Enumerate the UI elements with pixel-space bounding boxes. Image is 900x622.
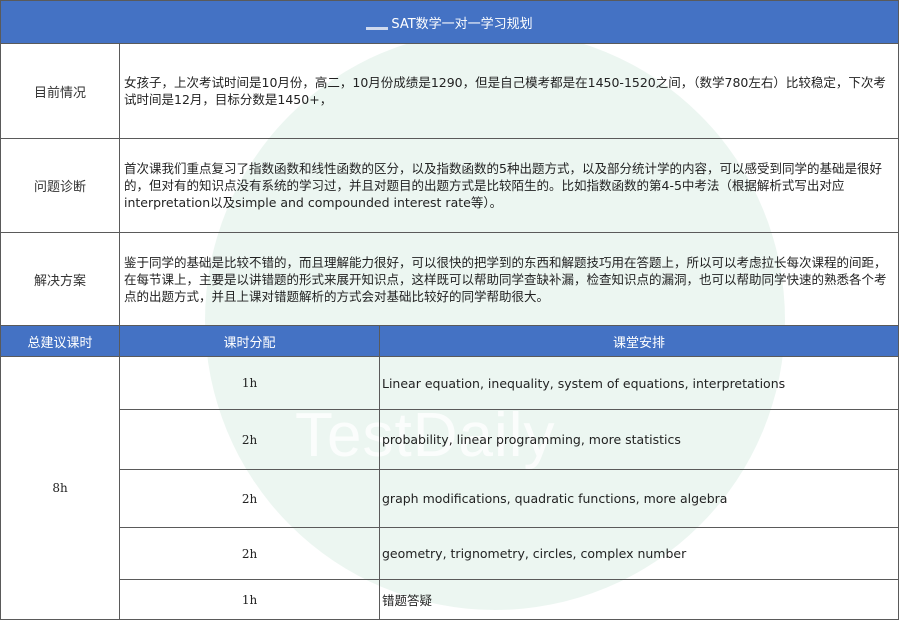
session-hours: 2h xyxy=(119,469,380,528)
table-row: 8h 1h Linear equation, inequality, syste… xyxy=(0,356,900,620)
table-row: 2h graph modifications, quadratic functi… xyxy=(1,469,900,528)
current-situation-text: 女孩子，上次考试时间是10月份，高二，10月份成绩是1290，但是自己模考都是在… xyxy=(118,43,900,139)
header-total-hours: 总建议课时 xyxy=(0,325,120,357)
diagnosis-label: 问题诊断 xyxy=(0,138,120,233)
table-row: 1h 错题答疑 xyxy=(1,579,900,620)
solution-text: 鉴于同学的基础是比较不错的，而且理解能力很好，可以很快的把学到的东西和解题技巧用… xyxy=(118,232,900,326)
header-allocation: 课时分配 xyxy=(119,325,380,357)
current-situation-label: 目前情况 xyxy=(0,43,120,139)
study-plan-table: SAT数学一对一学习规划 目前情况 女孩子，上次考试时间是10月份，高二，10月… xyxy=(0,0,900,620)
solution-label: 解决方案 xyxy=(0,232,120,326)
title-bar-icon xyxy=(366,26,389,30)
session-hours: 1h xyxy=(119,579,380,620)
plan-title: SAT数学一对一学习规划 xyxy=(0,0,900,44)
session-hours: 2h xyxy=(119,527,380,580)
plan-title-text: SAT数学一对一学习规划 xyxy=(391,16,533,32)
session-topic: geometry, trignometry, circles, complex … xyxy=(378,527,900,580)
session-topic: Linear equation, inequality, system of e… xyxy=(378,356,900,410)
session-topic: probability, linear programming, more st… xyxy=(378,409,900,470)
session-topic: graph modifications, quadratic functions… xyxy=(378,469,900,528)
session-hours: 2h xyxy=(119,409,380,470)
session-hours: 1h xyxy=(119,356,380,410)
session-topic: 错题答疑 xyxy=(378,579,900,620)
diagnosis-text: 首次课我们重点复习了指数函数和线性函数的区分，以及指数函数的5种出题方式，以及部… xyxy=(118,138,900,233)
table-row: 2h probability, linear programming, more… xyxy=(1,409,900,470)
total-hours-value: 8h xyxy=(0,356,120,620)
table-row: 2h geometry, trignometry, circles, compl… xyxy=(1,527,900,580)
header-arrangement: 课堂安排 xyxy=(378,325,900,357)
